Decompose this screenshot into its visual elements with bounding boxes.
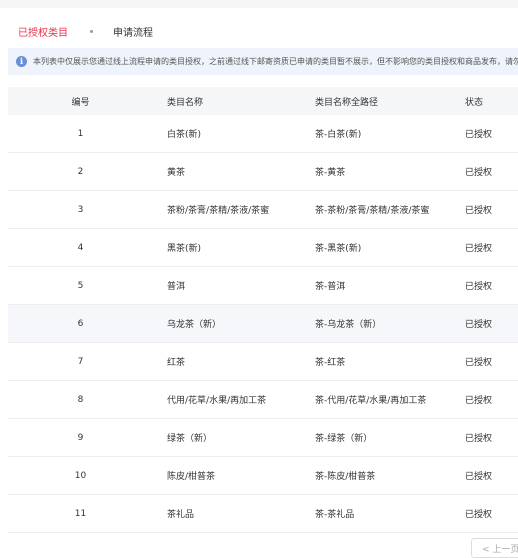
cell-id: 11 bbox=[74, 508, 87, 519]
cell-status: 已授权 bbox=[465, 168, 493, 178]
cell-id: 9 bbox=[77, 432, 84, 443]
cell-category-name: 普洱 bbox=[167, 282, 186, 292]
cell-category-name: 黄茶 bbox=[167, 168, 186, 178]
table-row: 6 乌龙茶（新） 茶-乌龙茶（新） 已授权 bbox=[8, 305, 518, 343]
cell-status: 已授权 bbox=[465, 320, 493, 330]
table-row: 3 茶粉/茶膏/茶精/茶液/茶蜜 茶-茶粉/茶膏/茶精/茶液/茶蜜 已授权 bbox=[8, 191, 518, 229]
cell-status: 已授权 bbox=[465, 510, 493, 520]
cell-category-path: 茶-茶礼品 bbox=[315, 510, 355, 520]
table-row: 10 陈皮/柑普茶 茶-陈皮/柑普茶 已授权 bbox=[8, 457, 518, 495]
header-category-name: 类目名称 bbox=[167, 97, 204, 108]
cell-status: 已授权 bbox=[465, 206, 493, 216]
cell-category-path: 茶-黑茶(新) bbox=[315, 244, 362, 254]
cell-id: 3 bbox=[77, 204, 84, 215]
cell-category-path: 茶-红茶 bbox=[315, 358, 346, 368]
cell-status: 已授权 bbox=[465, 358, 493, 368]
cell-id: 1 bbox=[77, 128, 84, 139]
cell-category-name: 黑茶(新) bbox=[167, 244, 202, 254]
cell-category-name: 茶礼品 bbox=[167, 510, 195, 520]
cell-status: 已授权 bbox=[465, 282, 493, 292]
cell-id: 5 bbox=[77, 280, 84, 291]
table-header: 编号 类目名称 类目名称全路径 状态 bbox=[8, 87, 518, 115]
table-row: 4 黑茶(新) 茶-黑茶(新) 已授权 bbox=[8, 229, 518, 267]
cell-id: 10 bbox=[74, 470, 87, 481]
cell-status: 已授权 bbox=[465, 130, 493, 140]
header-id: 编号 bbox=[71, 97, 90, 108]
info-icon: i bbox=[16, 56, 27, 67]
cell-category-name: 白茶(新) bbox=[167, 130, 202, 140]
header-category-path: 类目名称全路径 bbox=[315, 97, 379, 108]
notice-text: 本列表中仅展示您通过线上流程申请的类目授权，之前通过线下邮寄资质已申请的类目暂不… bbox=[33, 57, 518, 66]
cell-category-path: 茶-代用/花草/水果/再加工茶 bbox=[315, 396, 427, 406]
cell-id: 2 bbox=[77, 166, 84, 177]
cell-category-path: 茶-乌龙茶（新） bbox=[315, 320, 382, 330]
prev-page-button[interactable]: < 上一页 bbox=[471, 538, 518, 558]
cell-category-name: 代用/花草/水果/再加工茶 bbox=[167, 396, 267, 406]
category-table: 编号 类目名称 类目名称全路径 状态 1 白茶(新) 茶-白茶(新) 已授权 2 黄茶 茶-… bbox=[8, 87, 518, 533]
tab-authorized-categories[interactable]: 已授权类目 bbox=[18, 24, 68, 39]
cell-id: 7 bbox=[77, 356, 84, 367]
cell-category-path: 茶-白茶(新) bbox=[315, 130, 362, 140]
table-body: 1 白茶(新) 茶-白茶(新) 已授权 2 黄茶 茶-黄茶 已授权 3 茶粉/茶膏/茶精/茶液/茶… bbox=[8, 115, 518, 533]
cell-category-name: 茶粉/茶膏/茶精/茶液/茶蜜 bbox=[167, 206, 270, 216]
info-notice: i 本列表中仅展示您通过线上流程申请的类目授权，之前通过线下邮寄资质已申请的类目… bbox=[8, 48, 518, 75]
cell-category-name: 红茶 bbox=[167, 358, 186, 368]
table-row: 5 普洱 茶-普洱 已授权 bbox=[8, 267, 518, 305]
tab-separator-dot bbox=[90, 30, 93, 33]
table-row: 7 红茶 茶-红茶 已授权 bbox=[8, 343, 518, 381]
table-row: 9 绿茶（新） 茶-绿茶（新） 已授权 bbox=[8, 419, 518, 457]
table-row: 2 黄茶 茶-黄茶 已授权 bbox=[8, 153, 518, 191]
cell-category-path: 茶-普洱 bbox=[315, 282, 346, 292]
table-row: 8 代用/花草/水果/再加工茶 茶-代用/花草/水果/再加工茶 已授权 bbox=[8, 381, 518, 419]
cell-category-path: 茶-黄茶 bbox=[315, 168, 346, 178]
cell-status: 已授权 bbox=[465, 244, 493, 254]
cell-category-path: 茶-绿茶（新） bbox=[315, 434, 373, 444]
header-status: 状态 bbox=[465, 97, 484, 108]
cell-category-name: 乌龙茶（新） bbox=[167, 320, 222, 330]
tab-application-process[interactable]: 申请流程 bbox=[113, 24, 153, 39]
cell-category-path: 茶-陈皮/柑普茶 bbox=[315, 472, 376, 482]
cell-status: 已授权 bbox=[465, 434, 493, 444]
cell-category-name: 陈皮/柑普茶 bbox=[167, 472, 216, 482]
table-row: 1 白茶(新) 茶-白茶(新) 已授权 bbox=[8, 115, 518, 153]
cell-id: 8 bbox=[77, 394, 84, 405]
cell-id: 4 bbox=[77, 242, 84, 253]
cell-category-name: 绿茶（新） bbox=[167, 434, 213, 444]
cell-category-path: 茶-茶粉/茶膏/茶精/茶液/茶蜜 bbox=[315, 206, 430, 216]
cell-id: 6 bbox=[77, 318, 84, 329]
cell-status: 已授权 bbox=[465, 396, 493, 406]
top-strip bbox=[0, 0, 518, 8]
cell-status: 已授权 bbox=[465, 472, 493, 482]
tab-bar: 已授权类目 申请流程 bbox=[18, 24, 153, 39]
table-row: 11 茶礼品 茶-茶礼品 已授权 bbox=[8, 495, 518, 533]
